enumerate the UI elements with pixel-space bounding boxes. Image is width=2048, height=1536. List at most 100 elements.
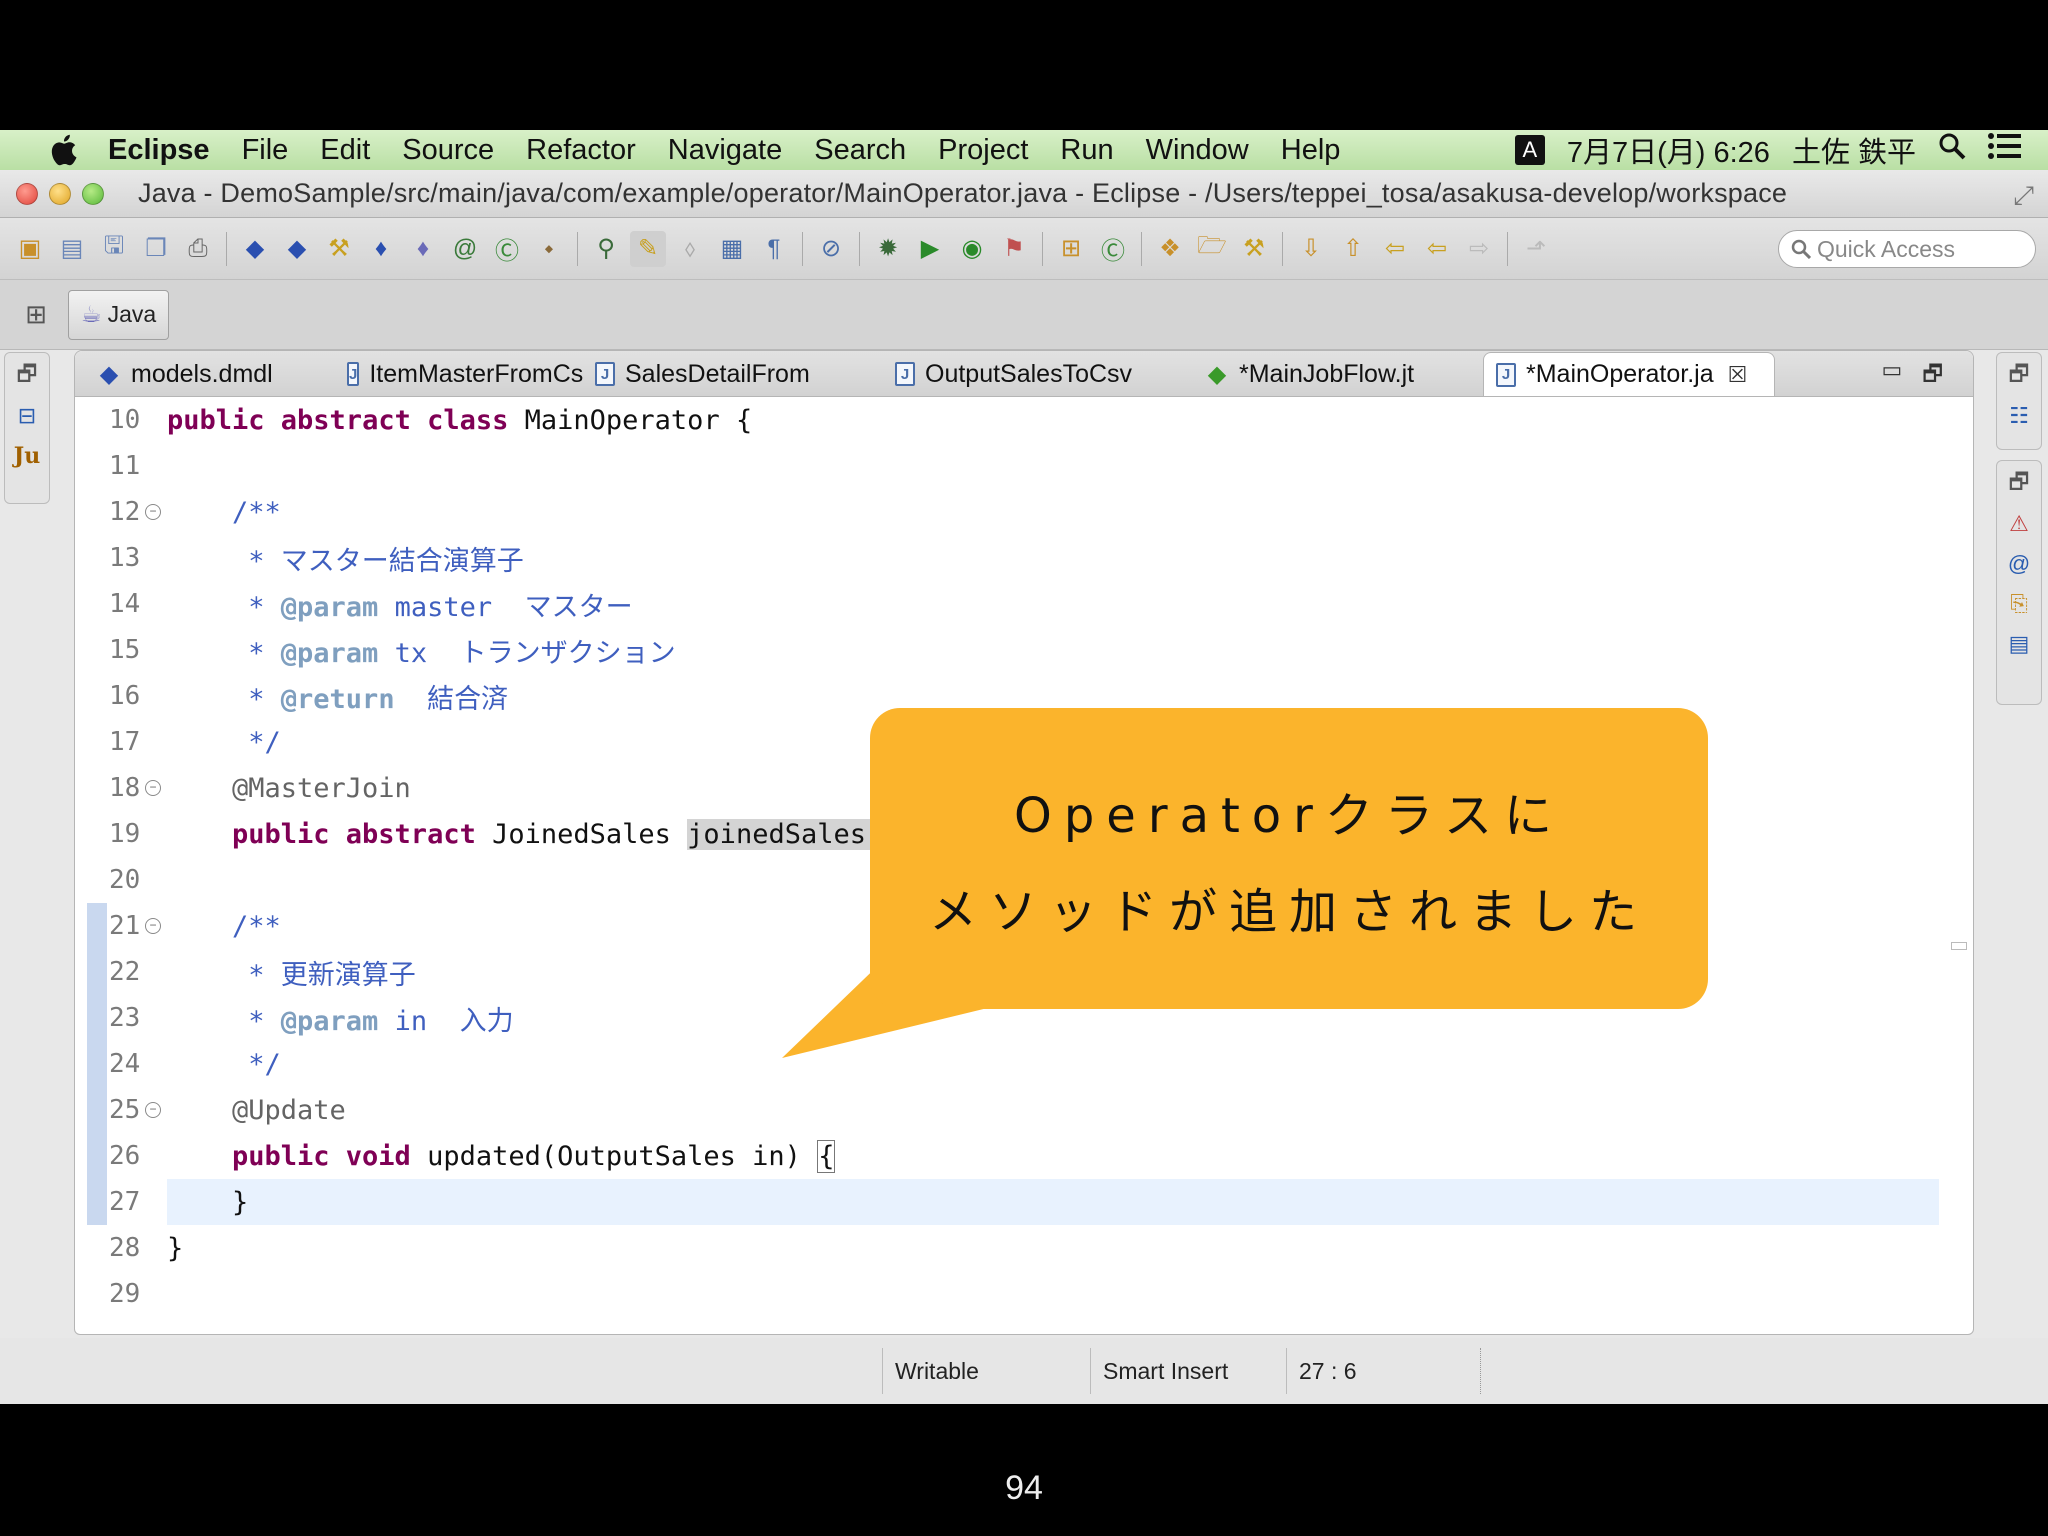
- code-token: マスター: [492, 591, 633, 623]
- block-selection-icon[interactable]: ▦: [714, 231, 750, 267]
- apple-menu-icon[interactable]: [40, 132, 86, 168]
- open-folder-icon[interactable]: 🗁: [1194, 231, 1230, 267]
- fold-toggle-icon[interactable]: −: [145, 504, 161, 520]
- new-icon[interactable]: ▣: [12, 231, 48, 267]
- javadoc-icon[interactable]: @: [2008, 551, 2030, 577]
- menu-file[interactable]: File: [242, 134, 289, 167]
- asakusa-icon[interactable]: ♦: [363, 231, 399, 267]
- menu-window[interactable]: Window: [1146, 134, 1249, 167]
- javadoc-comment: * マスター結合演算子: [232, 545, 524, 577]
- menu-help[interactable]: Help: [1281, 134, 1341, 167]
- next-annotation-icon[interactable]: ⇩: [1293, 231, 1329, 267]
- input-method-icon[interactable]: A: [1514, 135, 1545, 165]
- pin-editor-icon[interactable]: ⬏: [1518, 231, 1554, 267]
- new-annotation-icon[interactable]: @: [447, 231, 483, 267]
- new-package-icon[interactable]: ⬩: [531, 231, 567, 267]
- coverage-icon[interactable]: ◉: [954, 231, 990, 267]
- restore-icon[interactable]: 🗗: [2009, 469, 2030, 497]
- debug-icon[interactable]: ✹: [870, 231, 906, 267]
- java-perspective-button[interactable]: ☕ Java: [68, 289, 170, 340]
- open-type-icon[interactable]: ⚲: [588, 231, 624, 267]
- tab-label: *MainJobFlow.jt: [1239, 359, 1415, 388]
- status-cursor-position: 27 : 6: [1286, 1348, 1482, 1394]
- line-number: 27: [109, 1187, 141, 1217]
- tab-mainjobflow[interactable]: ◆ *MainJobFlow.jt: [1193, 352, 1483, 396]
- fold-toggle-icon[interactable]: −: [145, 780, 161, 796]
- fold-toggle-icon[interactable]: −: [145, 1102, 161, 1118]
- forward-icon[interactable]: ⇨: [1461, 231, 1497, 267]
- menu-eclipse[interactable]: Eclipse: [108, 134, 210, 167]
- overview-ruler[interactable]: [1947, 401, 1969, 1330]
- save-icon[interactable]: 🖫: [96, 231, 132, 267]
- wand-icon[interactable]: ⚒: [321, 231, 357, 267]
- java-editor[interactable]: ◆ models.dmdl J ItemMasterFromCs J Sales…: [74, 350, 1974, 1335]
- problems-icon[interactable]: ⚠: [2009, 511, 2029, 537]
- change-marker: [87, 949, 107, 995]
- new-class-icon[interactable]: Ⓒ: [489, 231, 525, 267]
- dmdl-compile-icon[interactable]: ◆: [237, 231, 273, 267]
- menu-project[interactable]: Project: [938, 134, 1028, 167]
- new-java-class-icon[interactable]: Ⓒ: [1095, 231, 1131, 267]
- code-token: JoinedSales: [475, 818, 688, 850]
- fold-toggle-icon[interactable]: −: [145, 918, 161, 934]
- minimize-window-button[interactable]: [49, 182, 71, 205]
- menubar-clock[interactable]: 7月7日(月) 6:26: [1567, 129, 1770, 171]
- menu-navigate[interactable]: Navigate: [668, 134, 782, 167]
- restore-icon[interactable]: 🗗: [17, 361, 38, 389]
- tab-salesdetailfrom[interactable]: J SalesDetailFrom: [583, 352, 883, 396]
- console-icon[interactable]: ▤: [2009, 631, 2030, 657]
- overview-ruler-marker[interactable]: [1951, 942, 1967, 950]
- fullscreen-icon[interactable]: ⤢: [2013, 180, 2034, 212]
- run-icon[interactable]: ▶: [912, 231, 948, 267]
- print-icon[interactable]: ⎙: [180, 231, 216, 267]
- restore-icon[interactable]: 🗗: [2009, 361, 2030, 389]
- code-token: 結合済: [394, 683, 509, 715]
- junit-icon[interactable]: Ju: [14, 443, 40, 469]
- menu-refactor[interactable]: Refactor: [526, 134, 636, 167]
- outline-icon[interactable]: ☷: [2009, 403, 2029, 429]
- back-icon[interactable]: ⇦: [1419, 231, 1455, 267]
- code-area[interactable]: 10 public abstract class MainOperator { …: [75, 397, 1973, 1334]
- external-tools-icon[interactable]: ⚑: [996, 231, 1032, 267]
- minimize-icon[interactable]: ▭: [1882, 357, 1903, 395]
- last-edit-location-icon[interactable]: ⇦: [1377, 231, 1413, 267]
- tab-itemmasterfromcs[interactable]: J ItemMasterFromCs: [335, 352, 583, 396]
- close-window-button[interactable]: [16, 182, 38, 205]
- code-line: 27 }: [75, 1179, 1939, 1225]
- status-insert-mode[interactable]: Smart Insert: [1090, 1348, 1286, 1394]
- package-explorer-icon[interactable]: ⊟: [18, 403, 36, 429]
- tab-mainoperator[interactable]: J *MainOperator.ja ☒: [1483, 352, 1775, 396]
- save-all-icon[interactable]: ❐: [138, 231, 174, 267]
- change-marker: [87, 903, 107, 949]
- menubar-user[interactable]: 土佐 鉄平: [1792, 129, 1916, 171]
- show-whitespace-icon[interactable]: ¶: [756, 231, 792, 267]
- previous-annotation-icon[interactable]: ⇧: [1335, 231, 1371, 267]
- close-tab-icon[interactable]: ☒: [1728, 362, 1748, 388]
- notification-list-icon[interactable]: [1988, 132, 2022, 168]
- new-dropdown-icon[interactable]: ▤: [54, 231, 90, 267]
- code-token: master: [378, 591, 493, 623]
- dmdl-build-icon[interactable]: ◆: [279, 231, 315, 267]
- window-titlebar: Java - DemoSample/src/main/java/com/exam…: [0, 170, 2048, 218]
- menu-search[interactable]: Search: [814, 134, 906, 167]
- new-java-project-icon[interactable]: ⊞: [1053, 231, 1089, 267]
- quick-access-field[interactable]: Quick Access: [1778, 230, 2036, 268]
- search-tools-icon[interactable]: ⚒: [1236, 231, 1272, 267]
- spotlight-search-icon[interactable]: [1938, 132, 1966, 168]
- asakusa-run-icon[interactable]: ♦: [405, 231, 441, 267]
- declaration-icon[interactable]: ⎘: [2010, 591, 2028, 617]
- toggle-mark-occurrences-icon[interactable]: ✎: [630, 230, 666, 267]
- open-perspective-icon[interactable]: ⊞: [14, 293, 58, 337]
- code-text: }: [232, 1186, 249, 1218]
- toggle-breadcrumb-icon[interactable]: ⬨: [672, 231, 708, 267]
- zoom-window-button[interactable]: [82, 182, 104, 205]
- menu-source[interactable]: Source: [402, 134, 494, 167]
- maximize-icon[interactable]: 🗗: [1922, 357, 1943, 395]
- skip-breakpoints-icon[interactable]: ⊘: [813, 231, 849, 267]
- menu-edit[interactable]: Edit: [320, 134, 370, 167]
- tab-outputsalestocsv[interactable]: J OutputSalesToCsv: [883, 352, 1193, 396]
- toolbar-separator: [226, 231, 227, 266]
- menu-run[interactable]: Run: [1060, 134, 1113, 167]
- open-task-icon[interactable]: ❖: [1152, 231, 1188, 267]
- tab-models-dmdl[interactable]: ◆ models.dmdl: [85, 352, 335, 396]
